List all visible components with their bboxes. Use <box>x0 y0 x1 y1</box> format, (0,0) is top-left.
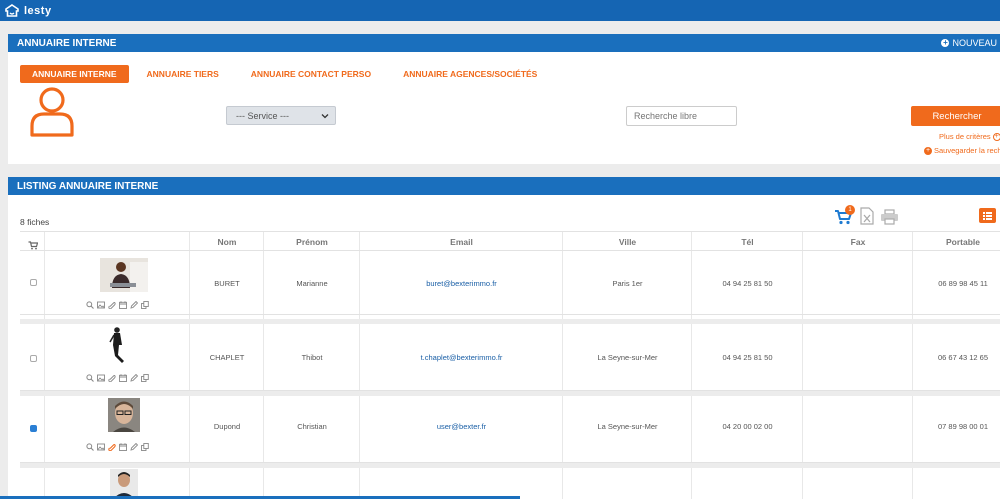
pencil-icon[interactable] <box>130 369 139 382</box>
image-icon[interactable] <box>97 296 105 309</box>
table-header: Nom Prénom Email Ville Tél Fax Portable <box>20 231 1000 251</box>
record-count: 8 fiches <box>20 217 50 227</box>
more-criteria-label: Plus de critères <box>939 132 991 141</box>
save-search-link[interactable]: + Sauvegarder la recher <box>924 146 1000 155</box>
cell-nom: BURET <box>214 279 240 288</box>
row-actions <box>86 296 149 310</box>
image-icon[interactable] <box>97 438 105 451</box>
cell-portable: 06 67 43 12 65 <box>937 353 989 362</box>
search-panel-title: ANNUAIRE INTERNE <box>17 37 117 49</box>
more-criteria-link[interactable]: Plus de critères + <box>939 132 1000 141</box>
cart-badge: 1 <box>845 205 855 215</box>
contact-photo <box>110 469 138 499</box>
paperclip-icon[interactable] <box>108 369 116 383</box>
plus-circle-icon: + <box>992 132 1000 141</box>
cart-icon[interactable] <box>28 237 39 250</box>
list-panel-header: LISTING ANNUAIRE INTERNE <box>8 177 1000 195</box>
row-checkbox[interactable] <box>30 355 37 362</box>
top-bar: lesty <box>0 0 1000 21</box>
cell-nom: CHAPLET <box>209 353 245 362</box>
copy-icon[interactable] <box>141 438 149 451</box>
service-select-value: --- Service --- <box>236 110 289 121</box>
cell-portable: 06 89 98 45 11 <box>938 279 988 288</box>
search-icon[interactable] <box>86 438 94 451</box>
copy-icon[interactable] <box>141 296 149 309</box>
cell-prenom: Marianne <box>296 279 328 288</box>
lesty-logo-icon[interactable] <box>5 3 19 18</box>
copy-icon[interactable] <box>141 369 149 382</box>
print-icon[interactable] <box>880 209 899 225</box>
row-actions <box>86 438 149 452</box>
calendar-icon[interactable] <box>119 369 127 382</box>
column-header-prenom[interactable]: Prénom <box>264 237 360 247</box>
image-icon[interactable] <box>97 369 105 382</box>
column-header-nom[interactable]: Nom <box>190 237 264 247</box>
column-header-email[interactable]: Email <box>360 237 563 247</box>
service-select[interactable]: --- Service --- <box>226 106 336 125</box>
tab-annuaire-tiers[interactable]: ANNUAIRE TIERS <box>135 65 231 83</box>
table-row[interactable]: CHAPLET Thibot t.chaplet@bexterimmo.fr L… <box>20 319 1000 391</box>
tab-annuaire-agences[interactable]: ANNUAIRE AGENCES/SOCIÉTÉS <box>391 65 549 83</box>
search-button[interactable]: Rechercher <box>911 106 1000 126</box>
pencil-icon[interactable] <box>130 296 139 309</box>
search-panel: ANNUAIRE INTERNE + Nouveau ANNUAIRE INTE… <box>8 34 1000 164</box>
row-checkbox-checked[interactable] <box>30 425 37 432</box>
cell-ville: Paris 1er <box>612 279 643 288</box>
contact-photo <box>100 325 148 365</box>
list-panel-title: LISTING ANNUAIRE INTERNE <box>17 180 159 192</box>
pencil-icon[interactable] <box>130 438 139 451</box>
table-row[interactable] <box>20 463 1000 499</box>
column-header-tel[interactable]: Tél <box>692 237 803 247</box>
cell-portable: 07 89 98 00 01 <box>937 422 989 431</box>
contact-photo <box>108 398 140 432</box>
tab-annuaire-interne[interactable]: ANNUAIRE INTERNE <box>20 65 129 83</box>
cell-nom: Dupond <box>213 422 241 431</box>
table-row[interactable]: Dupond Christian user@bexter.fr La Seyne… <box>20 391 1000 463</box>
calendar-icon[interactable] <box>119 296 127 309</box>
person-icon <box>28 86 76 138</box>
excel-export-icon[interactable] <box>860 207 874 225</box>
cell-tel: 04 94 25 81 50 <box>722 353 773 362</box>
contact-photo <box>100 258 148 292</box>
column-header-fax[interactable]: Fax <box>803 237 913 247</box>
chevron-down-icon <box>321 112 329 120</box>
cell-tel: 04 94 25 81 50 <box>722 279 773 288</box>
row-actions <box>86 369 149 383</box>
cell-ville: La Seyne-sur-Mer <box>597 422 658 431</box>
cell-tel: 04 20 00 02 00 <box>722 422 773 431</box>
list-view-icon[interactable] <box>979 208 996 223</box>
column-header-portable[interactable]: Portable <box>913 237 1000 247</box>
cell-email[interactable]: user@bexter.fr <box>360 422 563 431</box>
table-row[interactable]: BURET Marianne buret@bexterimmo.fr Paris… <box>20 251 1000 315</box>
paperclip-icon[interactable] <box>108 438 116 452</box>
cell-email[interactable]: buret@bexterimmo.fr <box>360 279 563 288</box>
paperclip-icon[interactable] <box>108 296 116 310</box>
directory-tabs: ANNUAIRE INTERNE ANNUAIRE TIERS ANNUAIRE… <box>20 65 553 83</box>
cell-prenom: Thibot <box>301 353 323 362</box>
free-search-input[interactable] <box>626 106 737 126</box>
save-search-label: Sauvegarder la recher <box>934 146 1000 155</box>
tab-annuaire-contact-perso[interactable]: ANNUAIRE CONTACT PERSO <box>239 65 383 83</box>
row-checkbox[interactable] <box>30 279 37 286</box>
search-panel-header: ANNUAIRE INTERNE + Nouveau <box>8 34 1000 52</box>
plus-circle-icon: + <box>941 38 950 47</box>
new-button-label: Nouveau <box>952 38 997 48</box>
brand-name: lesty <box>24 4 52 17</box>
cell-prenom: Christian <box>297 422 327 431</box>
column-header-ville[interactable]: Ville <box>563 237 692 247</box>
new-button[interactable]: + Nouveau <box>941 34 997 52</box>
list-panel: LISTING ANNUAIRE INTERNE 8 fiches 1 Nom … <box>8 177 1000 499</box>
search-icon[interactable] <box>86 369 94 382</box>
cell-ville: La Seyne-sur-Mer <box>597 353 658 362</box>
search-icon[interactable] <box>86 296 94 309</box>
calendar-icon[interactable] <box>119 438 127 451</box>
plus-circle-icon: + <box>924 146 932 155</box>
cell-email[interactable]: t.chaplet@bexterimmo.fr <box>360 353 563 362</box>
